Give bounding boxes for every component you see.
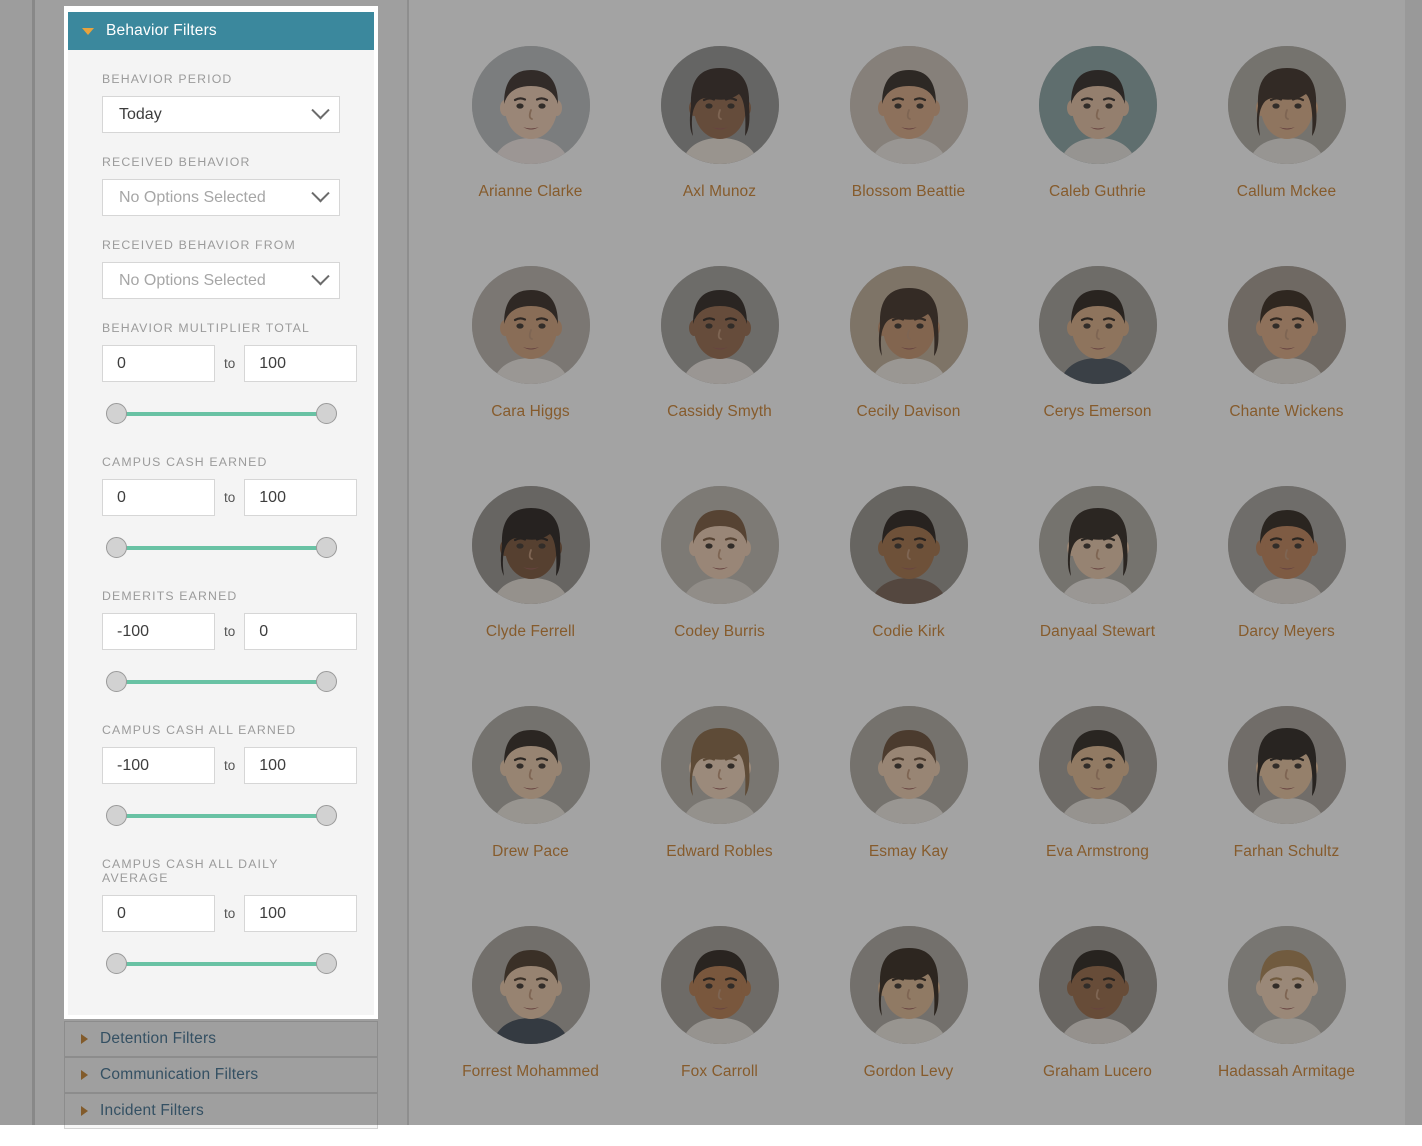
field-label: CAMPUS CASH ALL EARNED	[102, 723, 340, 737]
range-separator: to	[224, 758, 235, 773]
behavior-filters-header[interactable]: Behavior Filters	[68, 12, 374, 50]
slider-handle-min[interactable]	[106, 953, 127, 974]
field-label: BEHAVIOR PERIOD	[102, 72, 340, 86]
campus-cash-all-daily-average-slider[interactable]	[108, 953, 335, 975]
campus-cash-all-earned-min-input[interactable]	[102, 747, 215, 784]
behavior-filters-body: BEHAVIOR PERIOD Today RECEIVED BEHAVIOR …	[68, 50, 374, 975]
chevron-down-icon	[311, 267, 329, 285]
slider-handle-min[interactable]	[106, 403, 127, 424]
range-inputs: to	[102, 345, 340, 382]
behavior-filters-title: Behavior Filters	[106, 22, 217, 40]
field-label: RECEIVED BEHAVIOR FROM	[102, 238, 340, 252]
range-inputs: to	[102, 747, 340, 784]
campus-cash-all-earned-max-input[interactable]	[244, 747, 357, 784]
range-filter-campus-cash-all-daily-average: CAMPUS CASH ALL DAILY AVERAGE to	[102, 857, 340, 975]
slider-handle-max[interactable]	[316, 805, 337, 826]
filter-field-received-behavior-from: RECEIVED BEHAVIOR FROM No Options Select…	[102, 238, 340, 299]
select-value: Today	[119, 106, 162, 124]
campus-cash-earned-slider[interactable]	[108, 537, 335, 559]
range-separator: to	[224, 490, 235, 505]
slider-track	[116, 680, 327, 684]
field-label: RECEIVED BEHAVIOR	[102, 155, 340, 169]
range-filter-demerits-earned: DEMERITS EARNED to	[102, 589, 340, 693]
behavior-multiplier-total-slider[interactable]	[108, 403, 335, 425]
range-separator: to	[224, 624, 235, 639]
behavior-multiplier-total-max-input[interactable]	[244, 345, 357, 382]
campus-cash-all-earned-slider[interactable]	[108, 805, 335, 827]
caret-down-icon	[82, 28, 94, 35]
field-label: CAMPUS CASH ALL DAILY AVERAGE	[102, 857, 340, 885]
demerits-earned-slider[interactable]	[108, 671, 335, 693]
slider-handle-min[interactable]	[106, 537, 127, 558]
received-behavior-select[interactable]: No Options Selected	[102, 179, 340, 216]
select-value: No Options Selected	[119, 272, 266, 290]
field-label: CAMPUS CASH EARNED	[102, 455, 340, 469]
campus-cash-all-daily-average-min-input[interactable]	[102, 895, 215, 932]
slider-handle-max[interactable]	[316, 403, 337, 424]
slider-handle-max[interactable]	[316, 537, 337, 558]
slider-handle-max[interactable]	[316, 671, 337, 692]
demerits-earned-max-input[interactable]	[244, 613, 357, 650]
campus-cash-earned-min-input[interactable]	[102, 479, 215, 516]
range-filter-campus-cash-earned: CAMPUS CASH EARNED to	[102, 455, 340, 559]
slider-handle-min[interactable]	[106, 671, 127, 692]
range-separator: to	[224, 906, 235, 921]
filter-field-received-behavior: RECEIVED BEHAVIOR No Options Selected	[102, 155, 340, 216]
slider-handle-min[interactable]	[106, 805, 127, 826]
demerits-earned-min-input[interactable]	[102, 613, 215, 650]
behavior-multiplier-total-min-input[interactable]	[102, 345, 215, 382]
range-inputs: to	[102, 895, 340, 932]
slider-track	[116, 962, 327, 966]
slider-track	[116, 814, 327, 818]
campus-cash-all-daily-average-max-input[interactable]	[244, 895, 357, 932]
behavior-period-select[interactable]: Today	[102, 96, 340, 133]
range-separator: to	[224, 356, 235, 371]
filter-field-behavior-period: BEHAVIOR PERIOD Today	[102, 72, 340, 133]
slider-track	[116, 412, 327, 416]
slider-handle-max[interactable]	[316, 953, 337, 974]
field-label: BEHAVIOR MULTIPLIER TOTAL	[102, 321, 340, 335]
slider-track	[116, 546, 327, 550]
range-filter-behavior-multiplier-total: BEHAVIOR MULTIPLIER TOTAL to	[102, 321, 340, 425]
range-inputs: to	[102, 613, 340, 650]
range-inputs: to	[102, 479, 340, 516]
received-behavior-from-select[interactable]: No Options Selected	[102, 262, 340, 299]
behavior-filters-panel: Behavior Filters BEHAVIOR PERIOD Today R…	[64, 6, 378, 1019]
campus-cash-earned-max-input[interactable]	[244, 479, 357, 516]
field-label: DEMERITS EARNED	[102, 589, 340, 603]
chevron-down-icon	[311, 101, 329, 119]
select-value: No Options Selected	[119, 189, 266, 207]
chevron-down-icon	[311, 184, 329, 202]
range-filter-campus-cash-all-earned: CAMPUS CASH ALL EARNED to	[102, 723, 340, 827]
